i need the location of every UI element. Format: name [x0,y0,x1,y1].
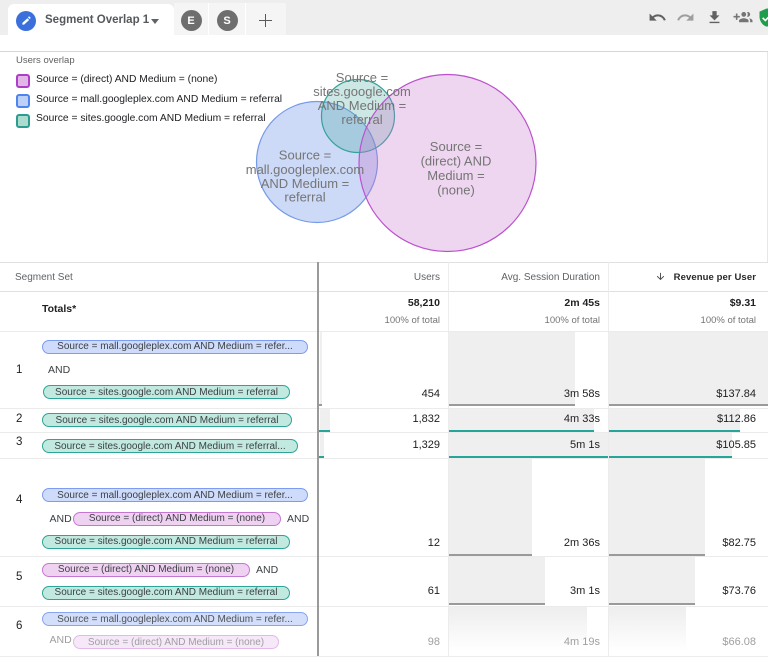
svg-text:referral: referral [284,190,325,205]
svg-text:Source =: Source = [336,70,388,85]
svg-text:mall.googleplex.com: mall.googleplex.com [246,162,365,177]
svg-text:AND Medium =: AND Medium = [318,98,407,113]
svg-text:Source =: Source = [430,139,482,154]
svg-text:(direct) AND: (direct) AND [421,154,492,169]
svg-text:(none): (none) [437,183,475,198]
svg-text:sites.google.com: sites.google.com [313,84,411,99]
svg-text:Source =: Source = [279,148,331,163]
svg-text:Medium =: Medium = [427,168,484,183]
svg-text:referral: referral [341,112,382,127]
